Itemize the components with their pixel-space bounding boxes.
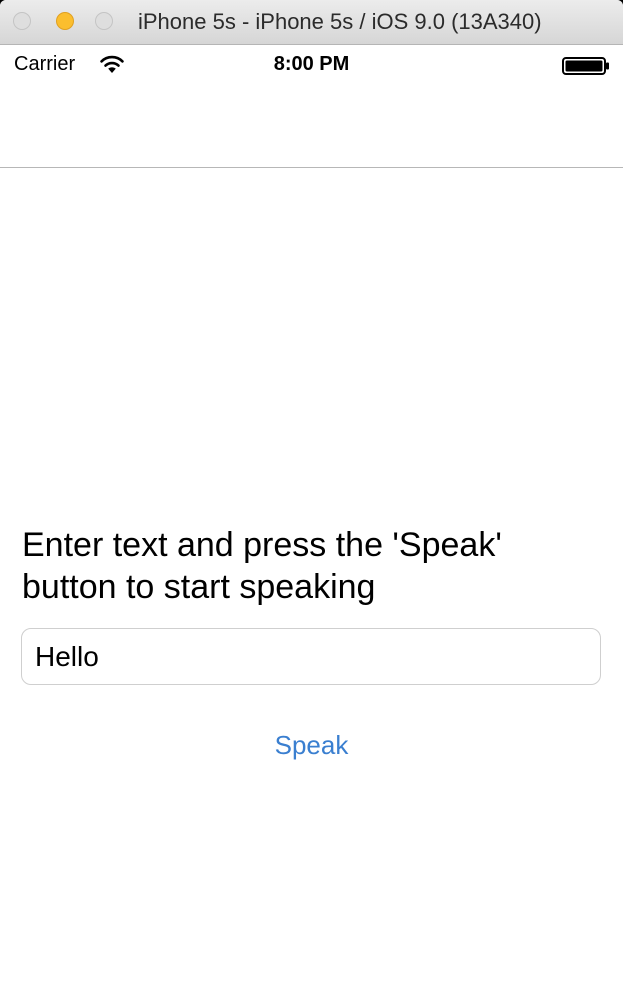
status-time: 8:00 PM (273, 53, 350, 75)
speak-button[interactable]: Speak (0, 730, 623, 761)
window-titlebar: iPhone 5s - iPhone 5s / iOS 9.0 (13A340) (0, 0, 623, 45)
simulator-window: iPhone 5s - iPhone 5s / iOS 9.0 (13A340)… (0, 0, 623, 1002)
battery-icon (562, 57, 609, 75)
zoom-window-button[interactable] (95, 12, 113, 30)
speech-text-field[interactable] (21, 628, 601, 685)
minimize-window-button[interactable] (56, 12, 74, 30)
main-content: Enter text and press the 'Speak' button … (0, 168, 623, 1002)
window-title: iPhone 5s - iPhone 5s / iOS 9.0 (13A340) (138, 9, 542, 34)
ios-status-bar: Carrier 8:00 PM (0, 45, 623, 85)
instructions-label: Enter text and press the 'Speak' button … (22, 526, 502, 606)
close-window-button[interactable] (13, 12, 31, 30)
navigation-bar (0, 85, 623, 168)
